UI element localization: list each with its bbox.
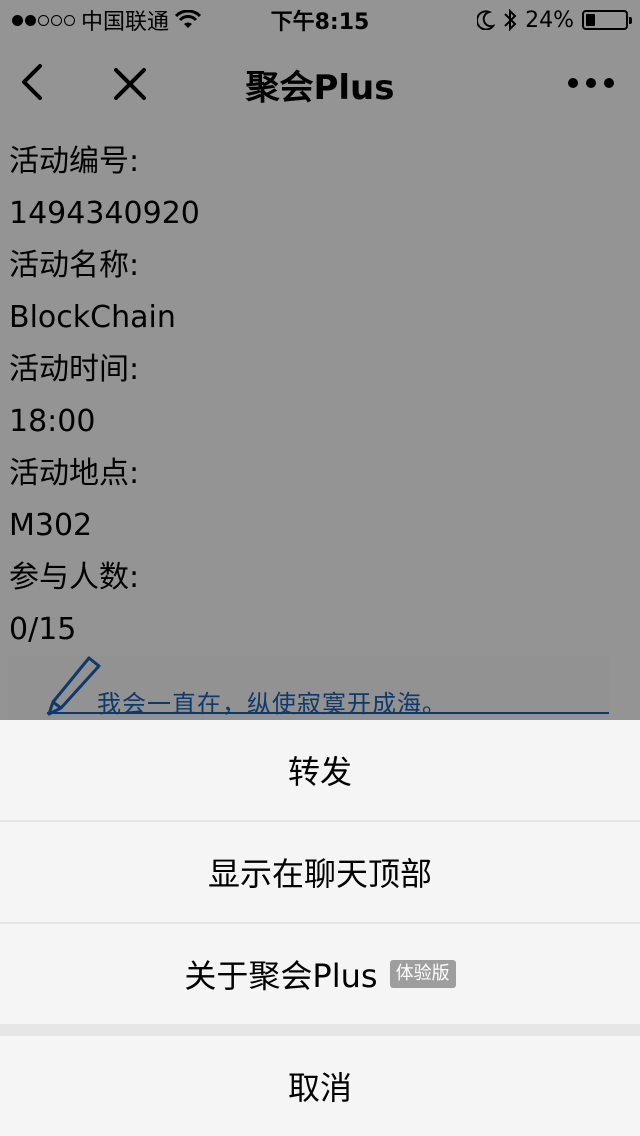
pin-to-chat-top-button[interactable]: 显示在聊天顶部	[0, 822, 640, 922]
trial-version-badge: 体验版	[389, 960, 456, 988]
pin-to-chat-top-label: 显示在聊天顶部	[207, 855, 432, 893]
share-label: 转发	[287, 753, 352, 791]
cancel-button[interactable]: 取消	[0, 1036, 640, 1136]
share-button[interactable]: 转发	[0, 720, 640, 820]
action-sheet: 转发 显示在聊天顶部 关于聚会Plus 体验版 取消	[0, 720, 640, 1136]
cancel-label: 取消	[287, 1069, 352, 1107]
about-app-button[interactable]: 关于聚会Plus 体验版	[0, 924, 640, 1024]
about-app-label: 关于聚会Plus	[184, 957, 378, 995]
